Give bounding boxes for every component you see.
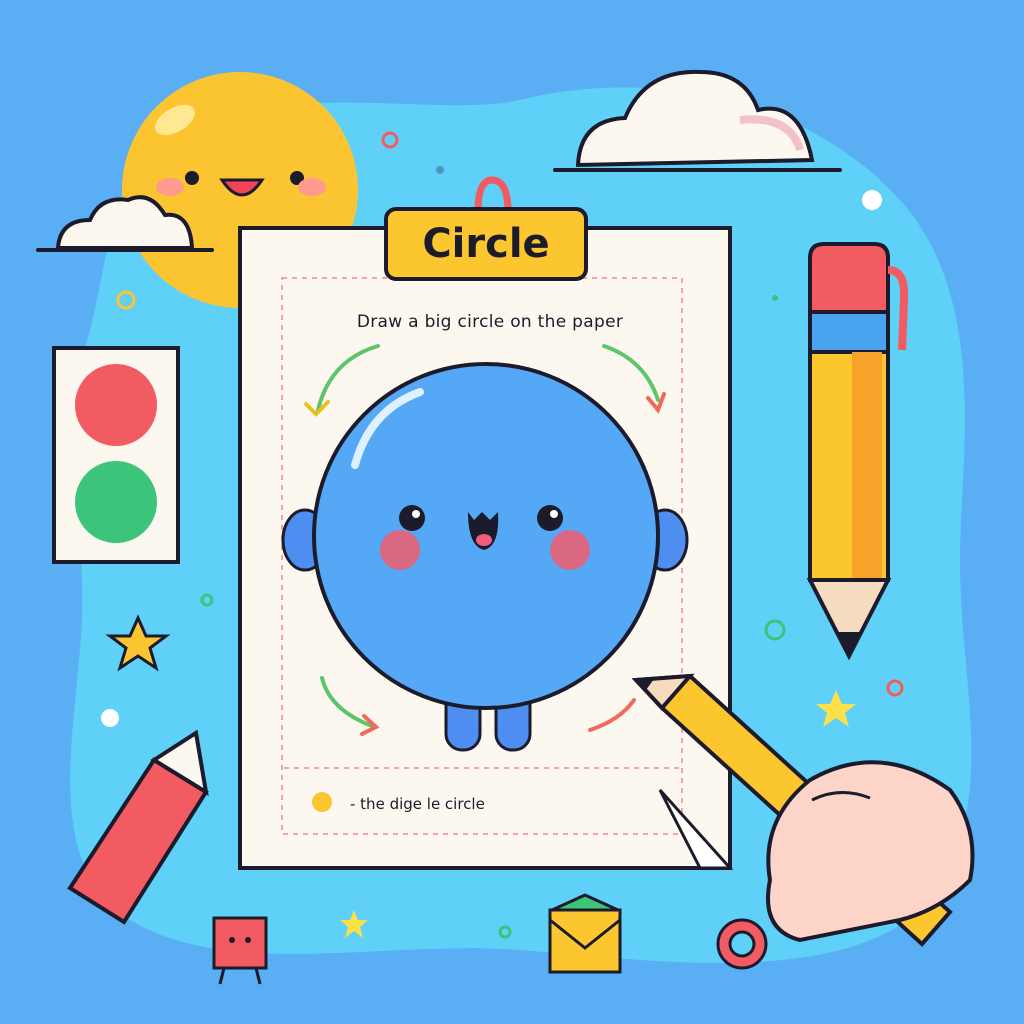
ring bbox=[716, 918, 768, 970]
worksheet-instruction: Draw a big circle on the paper bbox=[356, 312, 624, 332]
worksheet-caption: - the dige le circle bbox=[350, 795, 485, 813]
worksheet-title: Circle bbox=[384, 207, 588, 281]
caption-bullet bbox=[312, 792, 332, 812]
envelope bbox=[548, 893, 622, 974]
traffic-light-card bbox=[52, 346, 180, 564]
illustration bbox=[0, 0, 1024, 1024]
